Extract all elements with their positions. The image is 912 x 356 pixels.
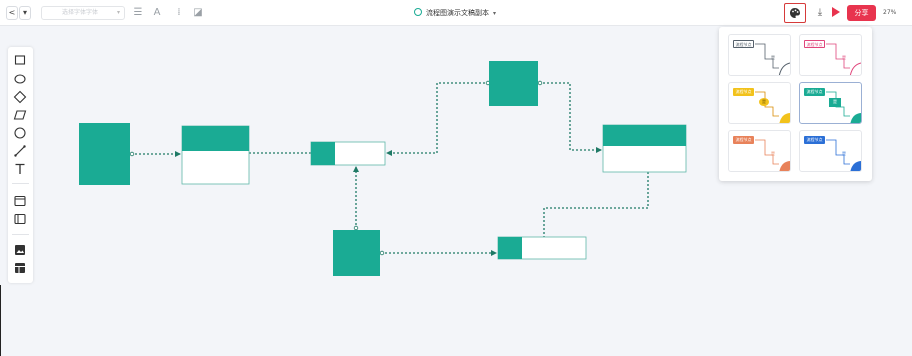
- window-edge: [0, 285, 1, 356]
- connector-start: [353, 225, 359, 231]
- play-icon[interactable]: [832, 7, 840, 17]
- theme-card-selected[interactable]: 流程节点 是: [799, 82, 862, 124]
- chevron-down-icon: ▾: [493, 10, 497, 17]
- align-icon[interactable]: ☰: [131, 6, 145, 20]
- chevron-down-icon: ▾: [116, 9, 120, 16]
- font-family-value: 选择字体字体: [62, 9, 99, 16]
- saved-check-icon: [414, 8, 422, 16]
- download-icon[interactable]: ⤓: [813, 6, 827, 20]
- theme-card-branch-label: 是: [842, 55, 846, 60]
- back-button[interactable]: <: [6, 6, 18, 20]
- theme-card-branch-label: 是: [771, 151, 775, 156]
- palette-icon: [790, 8, 800, 18]
- flow-node-solid[interactable]: [333, 230, 380, 276]
- theme-palette-button[interactable]: [784, 3, 806, 23]
- theme-card[interactable]: 流程节点 是: [728, 82, 791, 124]
- theme-picker-panel: 流程节点 是 流程节点 是 流程节点 是 流程节点 是 流程节点 是 流程节点 …: [719, 27, 872, 181]
- theme-card-label: 流程节点: [733, 40, 754, 48]
- fill-icon[interactable]: ◪: [191, 6, 205, 20]
- connector-start: [129, 151, 135, 157]
- theme-card-branch-label: 是: [833, 99, 837, 104]
- theme-card[interactable]: 流程节点 是: [728, 130, 791, 172]
- theme-card-branch-label: 是: [842, 151, 846, 156]
- connector-start: [379, 250, 385, 256]
- connector-line[interactable]: [543, 172, 649, 237]
- font-color-icon[interactable]: A: [150, 6, 164, 20]
- connector-start: [537, 80, 543, 86]
- document-title-text: 流程图演示文稿副本: [426, 9, 489, 17]
- flow-node-solid[interactable]: [79, 123, 130, 185]
- flow-node-header-box[interactable]: [181, 125, 250, 185]
- share-button[interactable]: 分享: [847, 5, 876, 21]
- theme-card-label: 流程节点: [733, 88, 754, 96]
- line-style-icon[interactable]: ⁞: [172, 6, 186, 20]
- theme-card[interactable]: 流程节点 是: [799, 130, 862, 172]
- flow-node-solid[interactable]: [489, 61, 538, 106]
- theme-card-label: 流程节点: [804, 136, 825, 144]
- theme-card[interactable]: 流程节点 是: [799, 34, 862, 76]
- theme-card-branch-label: 是: [762, 99, 766, 104]
- document-title[interactable]: 流程图演示文稿副本 ▾: [414, 6, 496, 20]
- more-dropdown-button[interactable]: ▾: [19, 6, 31, 20]
- theme-card-branch-label: 是: [771, 55, 775, 60]
- theme-card[interactable]: 流程节点 是: [728, 34, 791, 76]
- top-toolbar: < ▾ 选择字体字体 ▾ ☰ A ⁞ ◪ 流程图演示文稿副本 ▾ ⤓ 分享 27%: [0, 0, 912, 26]
- font-family-select[interactable]: 选择字体字体 ▾: [41, 6, 125, 20]
- theme-card-label: 流程节点: [733, 136, 754, 144]
- connector-line[interactable]: [539, 82, 602, 153]
- flow-node-side-box[interactable]: [310, 141, 386, 166]
- flow-node-header-box[interactable]: [602, 124, 687, 173]
- theme-card-label: 流程节点: [804, 88, 825, 96]
- zoom-level[interactable]: 27%: [883, 6, 896, 20]
- connector-line[interactable]: [386, 82, 489, 156]
- flow-node-side-box[interactable]: [497, 236, 587, 260]
- theme-card-label: 流程节点: [804, 40, 825, 48]
